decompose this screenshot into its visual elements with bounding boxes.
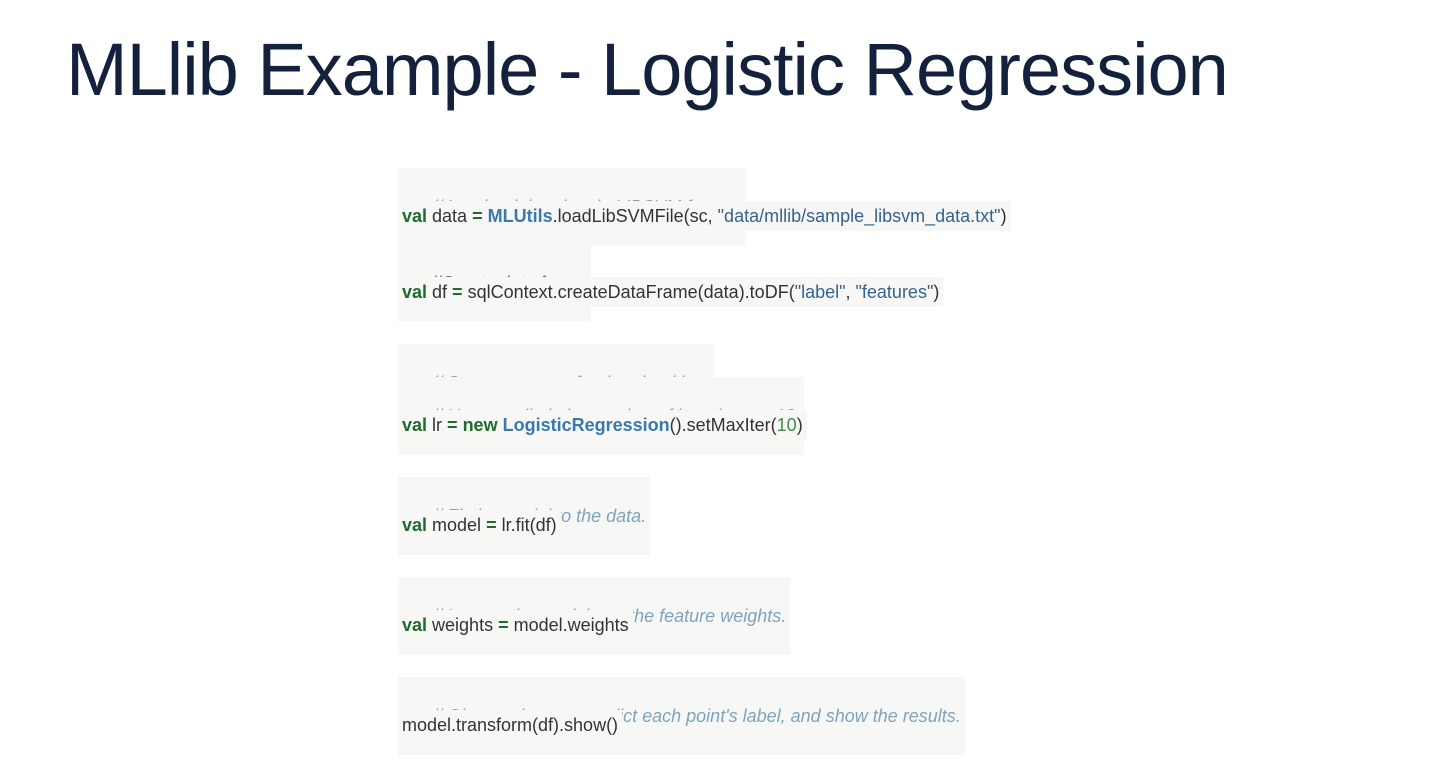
code-block: // Load training data in LIBSVM format. … [398,168,1158,755]
code-line-create-frame: val df = sqlContext.createDataFrame(data… [398,277,944,307]
variable-name: data [427,206,473,226]
assign-operator: = [472,206,483,226]
keyword-val: val [402,515,428,535]
variable-name: model [427,515,487,535]
code-line-load-data: val data = MLUtils.loadLibSVMFile(sc, "d… [398,201,1011,231]
variable-name: lr [427,415,448,435]
assign-operator: = [447,415,458,435]
keyword-val: val [402,282,428,302]
code-line-new-lr: val lr = new LogisticRegression().setMax… [398,410,807,440]
string-literal-features: "features" [855,282,934,302]
method-call: lr.fit(df) [496,515,557,535]
keyword-val: val [402,615,428,635]
assign-operator: = [486,515,497,535]
close-paren: ) [796,415,803,435]
separator: , [845,282,856,302]
close-paren: ) [933,282,940,302]
keyword-new: new [462,415,498,435]
method-call: model.transform(df).show() [402,715,619,735]
code-line-fit-model: val model = lr.fit(df) [398,510,561,540]
string-literal: "data/mllib/sample_libsvm_data.txt" [717,206,1001,226]
class-name: LogisticRegression [502,415,670,435]
code-line-transform-show: model.transform(df).show() [398,710,623,740]
string-literal-label: "label" [794,282,846,302]
method-call: sqlContext.createDataFrame(data).toDF( [462,282,795,302]
method-call: .loadLibSVMFile(sc, [552,206,718,226]
keyword-val: val [402,415,428,435]
method-call: model.weights [508,615,629,635]
assign-operator: = [498,615,509,635]
method-call: ().setMaxIter( [669,415,777,435]
close-paren: ) [1000,206,1007,226]
assign-operator: = [452,282,463,302]
class-name: MLUtils [487,206,553,226]
variable-name: df [427,282,453,302]
keyword-val: val [402,206,428,226]
variable-name: weights [427,615,499,635]
number-literal: 10 [776,415,797,435]
code-line-weights: val weights = model.weights [398,610,633,640]
slide-title: MLlib Example - Logistic Regression [66,28,1229,111]
slide: MLlib Example - Logistic Regression // L… [0,0,1450,760]
